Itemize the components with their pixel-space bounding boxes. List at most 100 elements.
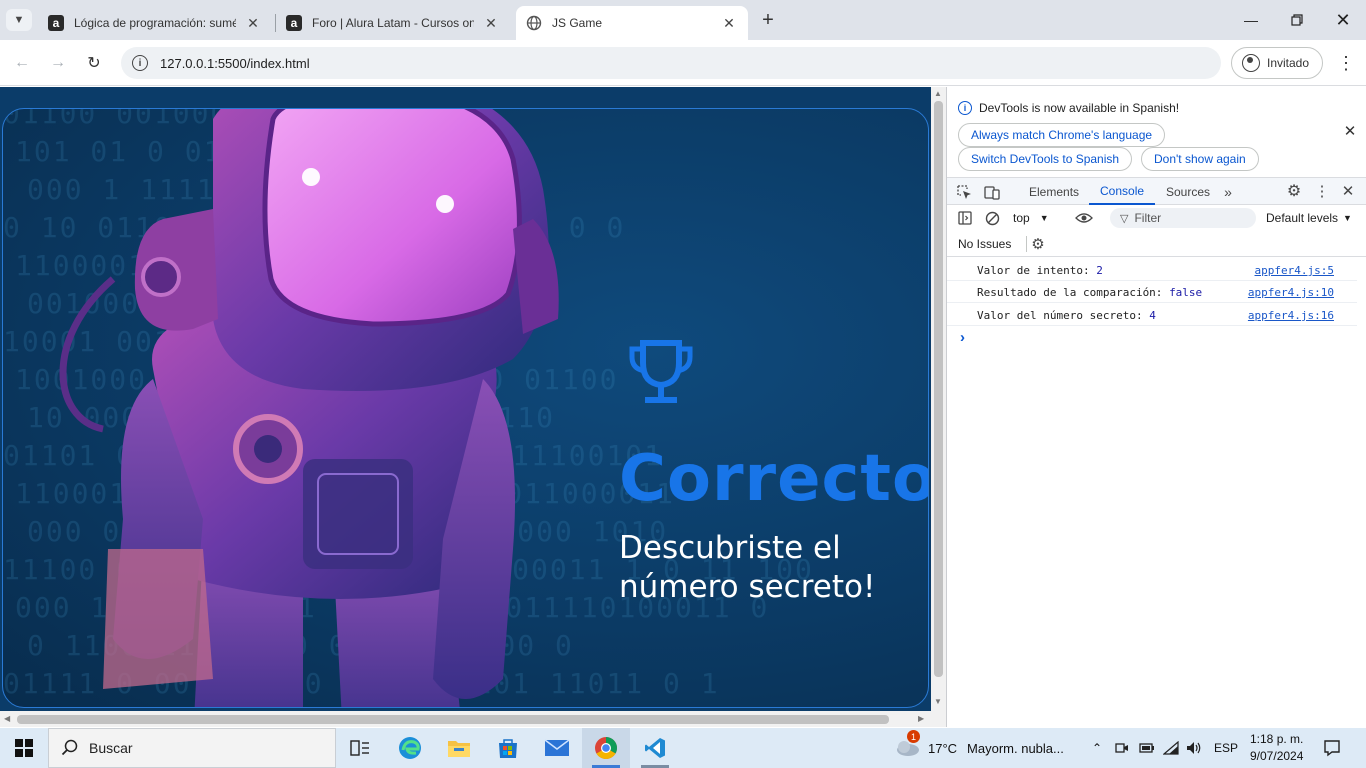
scroll-up-icon[interactable]: ▲ (934, 89, 942, 98)
show-hidden-icons-chevron-icon[interactable]: ⌃ (1092, 728, 1102, 768)
log-label: Valor del número secreto: (977, 309, 1150, 322)
scroll-left-icon[interactable]: ◀ (4, 714, 10, 723)
log-source-link[interactable]: appfer4.js:10 (1248, 286, 1334, 299)
minimize-window-button[interactable]: — (1228, 0, 1274, 40)
inspect-element-icon[interactable] (955, 183, 973, 201)
context-selector[interactable]: top ▼ (1013, 205, 1049, 231)
log-message: Valor de intento: 2 (977, 264, 1103, 277)
issues-label[interactable]: No Issues (958, 237, 1011, 251)
dont-show-again-button[interactable]: Don't show again (1141, 147, 1259, 171)
meet-camera-icon[interactable] (1115, 728, 1129, 768)
console-prompt[interactable]: › (947, 327, 1357, 349)
battery-icon[interactable] (1139, 728, 1155, 768)
tab-search-button[interactable]: ▼ (6, 9, 32, 31)
site-info-icon[interactable]: i (132, 55, 148, 71)
clock-date: 9/07/2024 (1250, 749, 1304, 763)
restore-window-button[interactable] (1274, 0, 1320, 40)
forward-button[interactable]: → (43, 48, 73, 78)
close-devtools-icon[interactable]: ✕ (1339, 182, 1357, 200)
console-log-entry: Valor de intento: 2 appfer4.js:5 (947, 259, 1357, 281)
banner-text: DevTools is now available in Spanish! (979, 101, 1180, 115)
weather-cloud-icon: 1 (894, 730, 920, 757)
restore-icon (1291, 14, 1303, 26)
trophy-icon (629, 340, 693, 403)
close-tab-icon[interactable]: ✕ (720, 14, 738, 32)
volume-icon[interactable] (1186, 728, 1202, 768)
console-log-entry: Valor del número secreto: 4 appfer4.js:1… (947, 304, 1357, 326)
tab-elements[interactable]: Elements (1029, 178, 1079, 205)
scroll-down-icon[interactable]: ▼ (934, 697, 942, 706)
taskbar-search[interactable]: Buscar (48, 728, 336, 768)
tab-sources[interactable]: Sources (1166, 178, 1210, 205)
profile-button[interactable]: Invitado (1231, 47, 1323, 79)
switch-to-spanish-button[interactable]: Switch DevTools to Spanish (958, 147, 1133, 171)
browser-menu-button[interactable]: ⋮ (1331, 48, 1361, 78)
mail-icon[interactable] (533, 728, 581, 768)
log-label: Valor de intento: (977, 264, 1097, 277)
notifications-icon[interactable] (1323, 728, 1341, 768)
log-levels-dropdown[interactable]: Default levels ▼ (1266, 205, 1352, 231)
tab-console[interactable]: Console (1089, 178, 1156, 205)
log-value: 4 (1149, 309, 1156, 322)
clock[interactable]: 1:18 p. m. 9/07/2024 (1250, 728, 1303, 768)
browser-toolbar: ← → ↻ i 127.0.0.1:5500/index.html Invita… (0, 40, 1366, 86)
reload-button[interactable]: ↻ (79, 48, 109, 78)
sidebar-toggle-icon[interactable] (956, 209, 974, 227)
weather-widget[interactable]: 1 17°C Mayorm. nubla... (894, 728, 1064, 768)
more-tabs-icon[interactable]: » (1219, 183, 1237, 201)
search-icon (61, 739, 78, 756)
levels-label: Default levels (1266, 211, 1339, 225)
chevron-down-icon: ▼ (1039, 213, 1049, 223)
scroll-right-icon[interactable]: ▶ (918, 714, 924, 723)
input-language[interactable]: ESP (1214, 728, 1238, 768)
game-page: 01100 001000100000000 10 101 01 0 011 00… (0, 87, 931, 711)
scroll-thumb[interactable] (17, 715, 889, 724)
vscode-icon[interactable] (631, 728, 679, 768)
devtools-menu-icon[interactable]: ⋮ (1313, 182, 1331, 200)
settings-gear-icon[interactable]: ⚙ (1285, 182, 1303, 200)
weather-temp: 17°C (928, 740, 958, 756)
log-value: 2 (1096, 264, 1103, 277)
console-filter-input[interactable]: ▽ Filter (1110, 208, 1256, 228)
devtools-panel: i DevTools is now available in Spanish! … (946, 87, 1366, 727)
tab-title: JS Game (552, 16, 603, 30)
network-wifi-icon[interactable] (1163, 728, 1179, 768)
log-label: Resultado de la comparación: (977, 286, 1170, 299)
device-toolbar-icon[interactable] (983, 183, 1001, 201)
microsoft-store-icon[interactable] (484, 728, 532, 768)
close-banner-icon[interactable]: ✕ (1342, 123, 1358, 140)
alura-favicon-icon: a (286, 15, 302, 31)
page-viewport: 01100 001000100000000 10 101 01 0 011 00… (0, 87, 946, 727)
close-tab-icon[interactable]: ✕ (482, 14, 500, 32)
browser-tab-js-game[interactable]: JS Game ✕ (516, 6, 748, 40)
devtools-tab-bar: Elements Console Sources » ⚙ ⋮ ✕ (947, 177, 1366, 205)
globe-icon (526, 15, 542, 31)
log-source-link[interactable]: appfer4.js:5 (1255, 264, 1334, 277)
new-tab-button[interactable]: + (756, 9, 780, 31)
match-language-button[interactable]: Always match Chrome's language (958, 123, 1166, 147)
prompt-chevron-icon: › (960, 329, 965, 346)
console-log-entry: Resultado de la comparación: false appfe… (947, 281, 1357, 303)
close-tab-icon[interactable]: ✕ (244, 14, 262, 32)
page-vertical-scrollbar[interactable]: ▲ ▼ (931, 87, 946, 711)
console-settings-gear-icon[interactable]: ⚙ (1029, 235, 1047, 253)
clear-console-icon[interactable] (983, 209, 1001, 227)
start-button[interactable] (0, 728, 48, 768)
scroll-thumb[interactable] (934, 101, 943, 677)
back-button[interactable]: ← (7, 48, 37, 78)
file-explorer-icon[interactable] (435, 728, 483, 768)
filter-icon: ▽ (1120, 212, 1129, 225)
edge-icon[interactable] (386, 728, 434, 768)
browser-tab-logica[interactable]: a Lógica de programación: sumé ✕ (38, 6, 272, 40)
task-view-icon[interactable] (336, 728, 384, 768)
close-window-button[interactable]: ✕ (1320, 0, 1366, 40)
address-bar[interactable]: i 127.0.0.1:5500/index.html (121, 47, 1221, 79)
chevron-down-icon: ▼ (1343, 213, 1352, 223)
chrome-icon[interactable] (582, 728, 630, 768)
page-horizontal-scrollbar[interactable]: ◀ ▶ (0, 711, 946, 727)
log-value: false (1169, 286, 1203, 299)
log-source-link[interactable]: appfer4.js:16 (1248, 309, 1334, 322)
live-expression-eye-icon[interactable] (1073, 209, 1095, 227)
browser-tab-foro[interactable]: a Foro | Alura Latam - Cursos onl ✕ (276, 6, 510, 40)
issues-divider (1026, 236, 1027, 252)
